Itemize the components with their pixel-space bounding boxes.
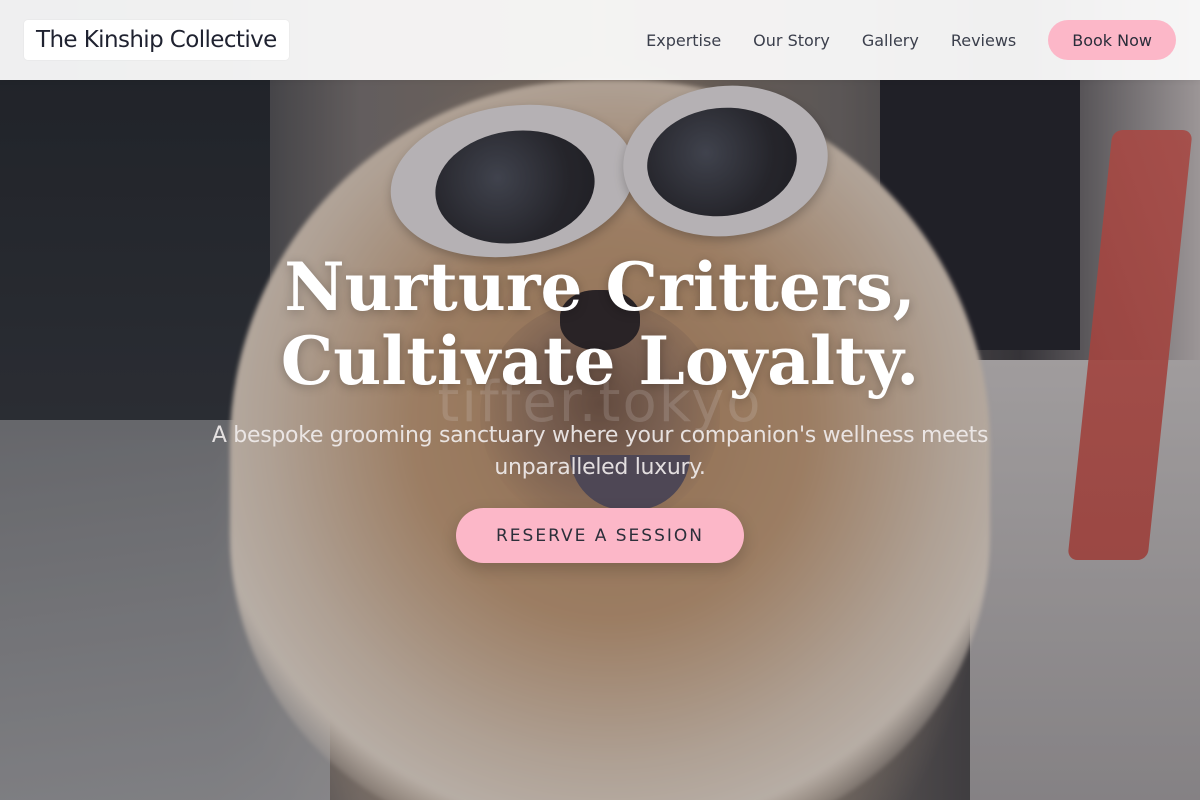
top-navbar: The Kinship Collective Expertise Our Sto… xyxy=(0,0,1200,80)
hero-background-photo: tiffer.tokyo xyxy=(0,0,1200,800)
nav-link-reviews[interactable]: Reviews xyxy=(951,31,1016,50)
reserve-session-button[interactable]: RESERVE A SESSION xyxy=(456,508,744,563)
nav-link-our-story[interactable]: Our Story xyxy=(753,31,830,50)
primary-nav: Expertise Our Story Gallery Reviews Book… xyxy=(646,20,1176,60)
hero-subheading: A bespoke grooming sanctuary where your … xyxy=(211,423,989,480)
hero-headline-line2: Cultivate Loyalty. xyxy=(280,322,920,400)
nav-link-expertise[interactable]: Expertise xyxy=(646,31,721,50)
book-now-button[interactable]: Book Now xyxy=(1048,20,1176,60)
nav-link-gallery[interactable]: Gallery xyxy=(862,31,919,50)
hero-headline: Nurture Critters, Cultivate Loyalty. xyxy=(0,250,1200,398)
hero-headline-line1: Nurture Critters, xyxy=(284,248,916,326)
brand-logo[interactable]: The Kinship Collective xyxy=(24,20,289,60)
